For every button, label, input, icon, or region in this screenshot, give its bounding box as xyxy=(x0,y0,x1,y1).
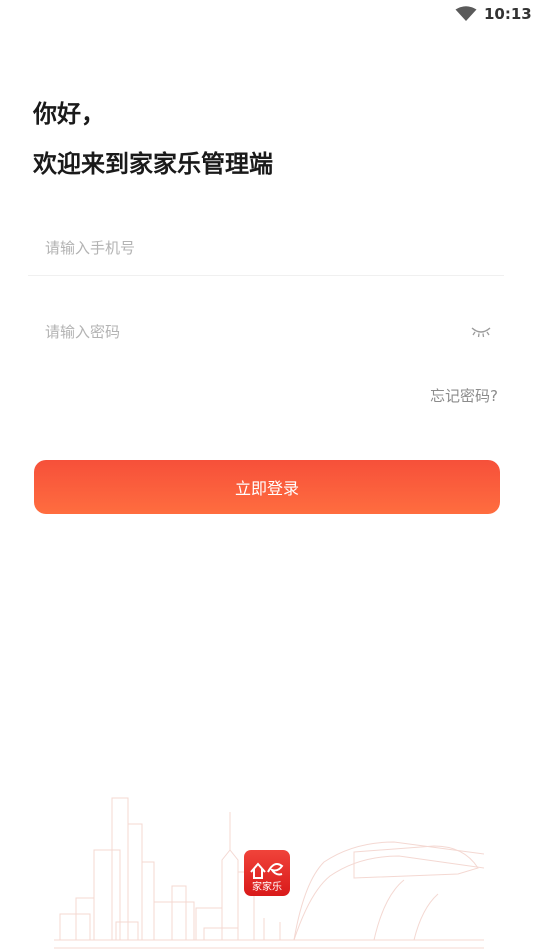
svg-text:家家乐: 家家乐 xyxy=(252,880,282,893)
eye-closed-icon[interactable] xyxy=(470,324,492,338)
phone-field xyxy=(28,220,504,276)
password-field xyxy=(28,304,504,360)
forgot-password-link[interactable]: 忘记密码? xyxy=(430,385,498,406)
status-time: 10:13 xyxy=(484,5,532,23)
welcome-title: 欢迎来到家家乐管理端 xyxy=(33,150,273,178)
login-screen: 10:13 你好， 欢迎来到家家乐管理端 忘记密码? 立即登录 xyxy=(0,0,534,949)
app-logo: 家家乐 xyxy=(244,850,290,896)
status-bar: 10:13 xyxy=(0,0,534,28)
login-button[interactable]: 立即登录 xyxy=(34,460,500,514)
password-input[interactable] xyxy=(45,318,455,346)
phone-input[interactable] xyxy=(45,234,455,262)
greeting-title: 你好， xyxy=(33,100,105,128)
wifi-icon xyxy=(455,6,477,21)
